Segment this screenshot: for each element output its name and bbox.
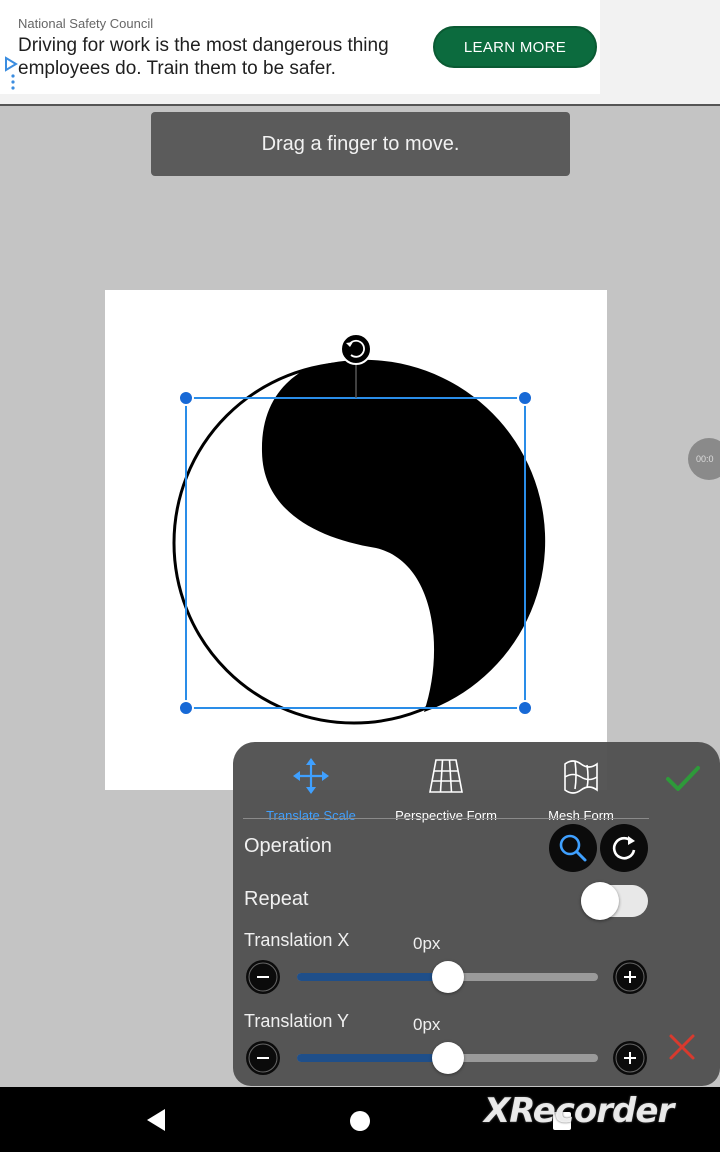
tab-perspective-form-label: Perspective Form	[395, 808, 497, 823]
repeat-toggle[interactable]	[581, 882, 648, 920]
translation-y-decrease-button[interactable]	[246, 1041, 280, 1075]
recorder-timer-bubble[interactable]: 00:0	[688, 438, 720, 480]
translation-y-slider-thumb[interactable]	[431, 1042, 464, 1074]
translation-x-slider[interactable]	[297, 961, 598, 993]
translation-x-increase-button[interactable]	[613, 960, 647, 994]
translation-x-slider-fill	[297, 973, 448, 981]
recorder-watermark: XRecorder	[484, 1091, 674, 1131]
operation-label: Operation	[244, 835, 332, 857]
home-icon[interactable]	[350, 1111, 370, 1131]
tab-mesh-form-label: Mesh Form	[548, 808, 614, 823]
handle-bottom-left	[178, 700, 194, 716]
ad-sponsor: National Safety Council	[18, 16, 154, 31]
ad-headline[interactable]: Driving for work is the most dangerous t…	[18, 34, 428, 80]
ad-banner[interactable]: National Safety Council Driving for work…	[0, 0, 720, 106]
toast-message: Drag a finger to move.	[151, 112, 570, 176]
ad-choices-icon[interactable]	[2, 56, 20, 90]
translation-y-value: 0px	[413, 1015, 441, 1034]
tab-translate-scale-label: Translate Scale	[266, 808, 356, 823]
ad-content[interactable]: National Safety Council Driving for work…	[0, 0, 600, 94]
rotate-handle-icon	[340, 333, 372, 365]
mesh-warp-icon	[564, 760, 598, 794]
translation-y-increase-button[interactable]	[613, 1041, 647, 1075]
tab-translate-scale[interactable]: Translate Scale	[241, 752, 381, 823]
canvas-artwork[interactable]	[105, 290, 607, 790]
translation-x-label: Translation X	[244, 930, 350, 950]
check-icon[interactable]	[665, 764, 701, 794]
handle-bottom-right	[517, 700, 533, 716]
perspective-grid-icon	[429, 759, 463, 793]
translation-y-slider[interactable]	[297, 1042, 598, 1074]
drawing-canvas[interactable]	[105, 290, 607, 790]
repeat-label: Repeat	[244, 888, 309, 910]
tab-divider	[243, 818, 649, 819]
plus-icon	[615, 962, 645, 992]
learn-more-button[interactable]: LEARN MORE	[433, 26, 597, 68]
handle-top-left	[178, 390, 194, 406]
handle-top-right	[517, 390, 533, 406]
yin-yang-artwork	[172, 359, 546, 725]
plus-icon	[615, 1043, 645, 1073]
zoom-operation-button[interactable]	[549, 824, 597, 872]
translation-x-decrease-button[interactable]	[246, 960, 280, 994]
translation-x-slider-thumb[interactable]	[431, 961, 464, 993]
minus-icon	[248, 962, 278, 992]
rotate-icon	[612, 836, 636, 860]
zoom-icon	[559, 834, 587, 862]
repeat-toggle-knob	[581, 882, 619, 920]
tab-mesh-form[interactable]: Mesh Form	[511, 752, 651, 823]
close-icon[interactable]	[667, 1032, 697, 1062]
system-navigation-bar: XRecorder	[0, 1087, 720, 1152]
translation-y-label: Translation Y	[244, 1011, 350, 1031]
move-arrows-icon	[293, 758, 329, 794]
translation-y-slider-fill	[297, 1054, 448, 1062]
tab-perspective-form[interactable]: Perspective Form	[376, 752, 516, 823]
minus-icon	[248, 1043, 278, 1073]
rotate-operation-button[interactable]	[600, 824, 648, 872]
back-icon[interactable]	[145, 1107, 167, 1133]
transform-panel: Translate Scale Perspective Form Mesh Fo…	[233, 742, 720, 1086]
translation-x-value: 0px	[413, 934, 441, 953]
